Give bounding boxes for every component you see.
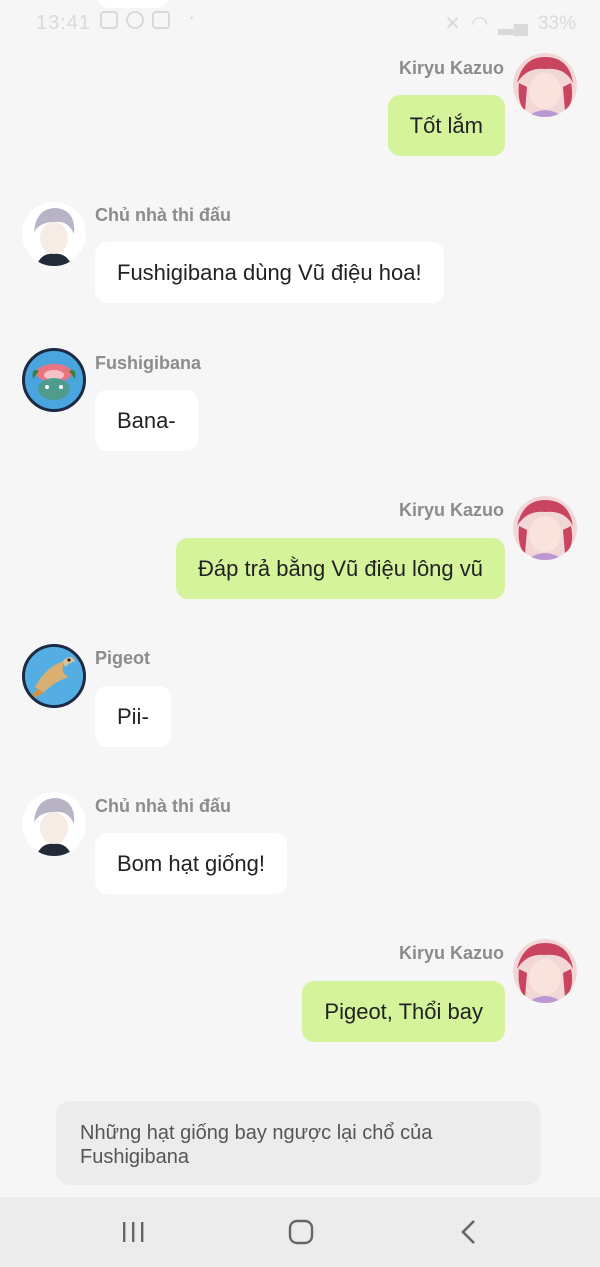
narration-box[interactable]: Những hạt giống bay ngược lại chổ của Fu…: [56, 1101, 541, 1185]
message-bubble[interactable]: Đáp trả bằng Vũ điệu lông vũ: [176, 538, 505, 599]
status-bar: 13:41 · ✕ ◠ ▂▄ 33%: [0, 0, 600, 46]
back-icon: [461, 1220, 475, 1244]
sender-name: Chủ nhà thi đấu: [95, 796, 231, 816]
sender-name: Kiryu Kazuo: [398, 500, 504, 520]
message-bubble[interactable]: Bom hạt giống!: [95, 833, 287, 894]
sender-name: Kiryu Kazuo: [398, 58, 504, 78]
message-text: Tốt lắm: [409, 112, 483, 138]
message-bubble[interactable]: Pigeot, Thổi bay: [302, 981, 505, 1042]
recents-button[interactable]: [93, 1197, 173, 1267]
previous-message-bubble: [96, 0, 170, 8]
sender-name: Pigeot: [95, 648, 151, 668]
battery-level: 33%: [537, 12, 576, 34]
kiryu-avatar[interactable]: [513, 53, 577, 117]
more-notifications-icon: ·: [188, 4, 196, 29]
narration-text: Những hạt giống bay ngược lại chổ của Fu…: [80, 1122, 433, 1168]
navigation-bar: [0, 1197, 600, 1267]
gym-leader-avatar[interactable]: [22, 202, 86, 266]
app-icon: [152, 11, 170, 29]
home-icon: [288, 1219, 314, 1245]
message-text: Pii-: [117, 703, 149, 729]
message-bubble[interactable]: Fushigibana dùng Vũ điệu hoa!: [95, 242, 444, 303]
message-text: Đáp trả bằng Vũ điệu lông vũ: [198, 555, 483, 581]
kiryu-avatar[interactable]: [513, 496, 577, 560]
sender-name: Fushigibana: [95, 353, 202, 373]
status-time: 13:41: [36, 12, 92, 34]
home-button[interactable]: [261, 1197, 341, 1267]
notification-icons: [100, 11, 170, 29]
gallery-icon: [100, 11, 118, 29]
sync-icon: [126, 11, 144, 29]
kiryu-avatar[interactable]: [513, 939, 577, 1003]
back-button[interactable]: [429, 1197, 509, 1267]
mute-icon: ✕: [444, 13, 461, 35]
message-text: Bom hạt giống!: [117, 850, 265, 876]
recents-icon: [123, 1222, 144, 1242]
message-text: Pigeot, Thổi bay: [324, 998, 483, 1024]
sender-name: Kiryu Kazuo: [398, 943, 504, 963]
wifi-icon: ◠: [470, 13, 489, 35]
message-bubble[interactable]: Tốt lắm: [387, 95, 505, 156]
message-text: Bana-: [117, 407, 176, 433]
message-bubble[interactable]: Pii-: [95, 686, 171, 747]
fushigibana-avatar[interactable]: [22, 348, 86, 412]
system-icons: ✕ ◠ ▂▄ 33%: [444, 11, 576, 36]
pigeot-avatar[interactable]: [22, 644, 86, 708]
signal-icon: ▂▄: [498, 13, 528, 35]
message-text: Fushigibana dùng Vũ điệu hoa!: [117, 259, 422, 285]
sender-name: Chủ nhà thi đấu: [95, 205, 231, 225]
gym-leader-avatar[interactable]: [22, 792, 86, 856]
message-bubble[interactable]: Bana-: [95, 390, 198, 451]
